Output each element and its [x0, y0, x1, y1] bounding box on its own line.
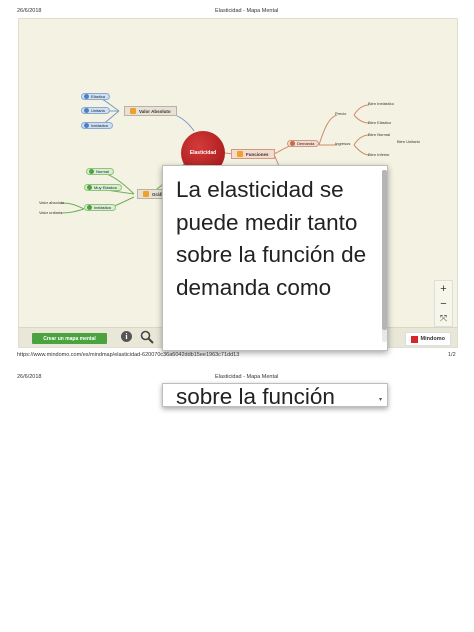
node-valor-unitario-sub[interactable]: Valor unitario [39, 210, 62, 215]
node-normal[interactable]: Normal [86, 168, 114, 175]
zoom-out-button[interactable]: − [440, 298, 446, 310]
node-unitaria[interactable]: Unitaria [81, 107, 110, 114]
folder-icon [237, 151, 243, 157]
node-ingresos[interactable]: Ingresos [335, 141, 350, 146]
node-dot-icon [84, 123, 89, 128]
node-elastica[interactable]: Elástica [81, 93, 111, 100]
popup-scrollbar[interactable] [382, 170, 387, 342]
node-dot-icon [87, 205, 92, 210]
topic-note-popup[interactable]: La elasticidad se puede medir tanto sobr… [162, 165, 388, 351]
folder-icon [143, 191, 149, 197]
branch-valor-absoluto[interactable]: Valor Absoluto [124, 106, 177, 116]
print-date: 26/6/2018 [17, 8, 42, 14]
zoom-controls: + − ⤧ [434, 280, 453, 327]
print-date-page2: 26/6/2018 [17, 374, 42, 380]
topic-note-popup-continued[interactable]: sobre la función ▾ [162, 383, 388, 407]
popup-scrollbar-thumb[interactable] [382, 170, 387, 330]
node-dot-icon [84, 94, 89, 99]
node-dot-icon [290, 141, 295, 146]
print-title-page2: Elasticidad - Mapa Mental [215, 374, 279, 380]
node-bien-inelastico[interactable]: Bien Inelástico [368, 101, 394, 106]
fit-screen-button[interactable]: ⤧ [440, 313, 447, 324]
node-bien-elastico[interactable]: Bien Elástico [368, 120, 391, 125]
mindomo-logo[interactable]: Mindomo [404, 332, 451, 346]
search-icon[interactable] [140, 330, 154, 344]
node-dot-icon [89, 169, 94, 174]
node-dot-icon [84, 108, 89, 113]
info-icon[interactable]: i [121, 331, 132, 342]
popup-text: La elasticidad se puede medir tanto sobr… [176, 177, 367, 300]
node-demanda[interactable]: Demanda [287, 140, 320, 147]
branch-funciones[interactable]: Funciones [231, 149, 275, 159]
create-mindmap-button[interactable]: Crear un mapa mental [32, 333, 107, 344]
node-inelastica-grafica[interactable]: Inelástica [84, 204, 116, 211]
folder-icon [130, 108, 136, 114]
node-inelastica[interactable]: Inelástica [81, 122, 113, 129]
print-page-number: 1/2 [448, 352, 456, 358]
node-bien-normal[interactable]: Bien Normal [368, 132, 390, 137]
node-valor-absoluto-sub[interactable]: Valor absoluto [39, 200, 64, 205]
scroll-down-arrow-icon[interactable]: ▾ [379, 396, 382, 403]
node-bien-unitario[interactable]: Bien Unitario [397, 139, 420, 144]
print-url: https://www.mindomo.com/es/mindmap/elast… [17, 352, 240, 358]
zoom-in-button[interactable]: + [440, 283, 446, 295]
print-title: Elasticidad - Mapa Mental [215, 8, 279, 14]
node-muy-elastica[interactable]: Muy Elástica [84, 184, 122, 191]
node-precio[interactable]: Precio [335, 111, 346, 116]
popup-continued-text: sobre la función [176, 384, 335, 407]
node-bien-inferior[interactable]: Bien Inferior [368, 152, 390, 157]
mindomo-logo-icon [410, 335, 418, 343]
node-dot-icon [87, 185, 92, 190]
